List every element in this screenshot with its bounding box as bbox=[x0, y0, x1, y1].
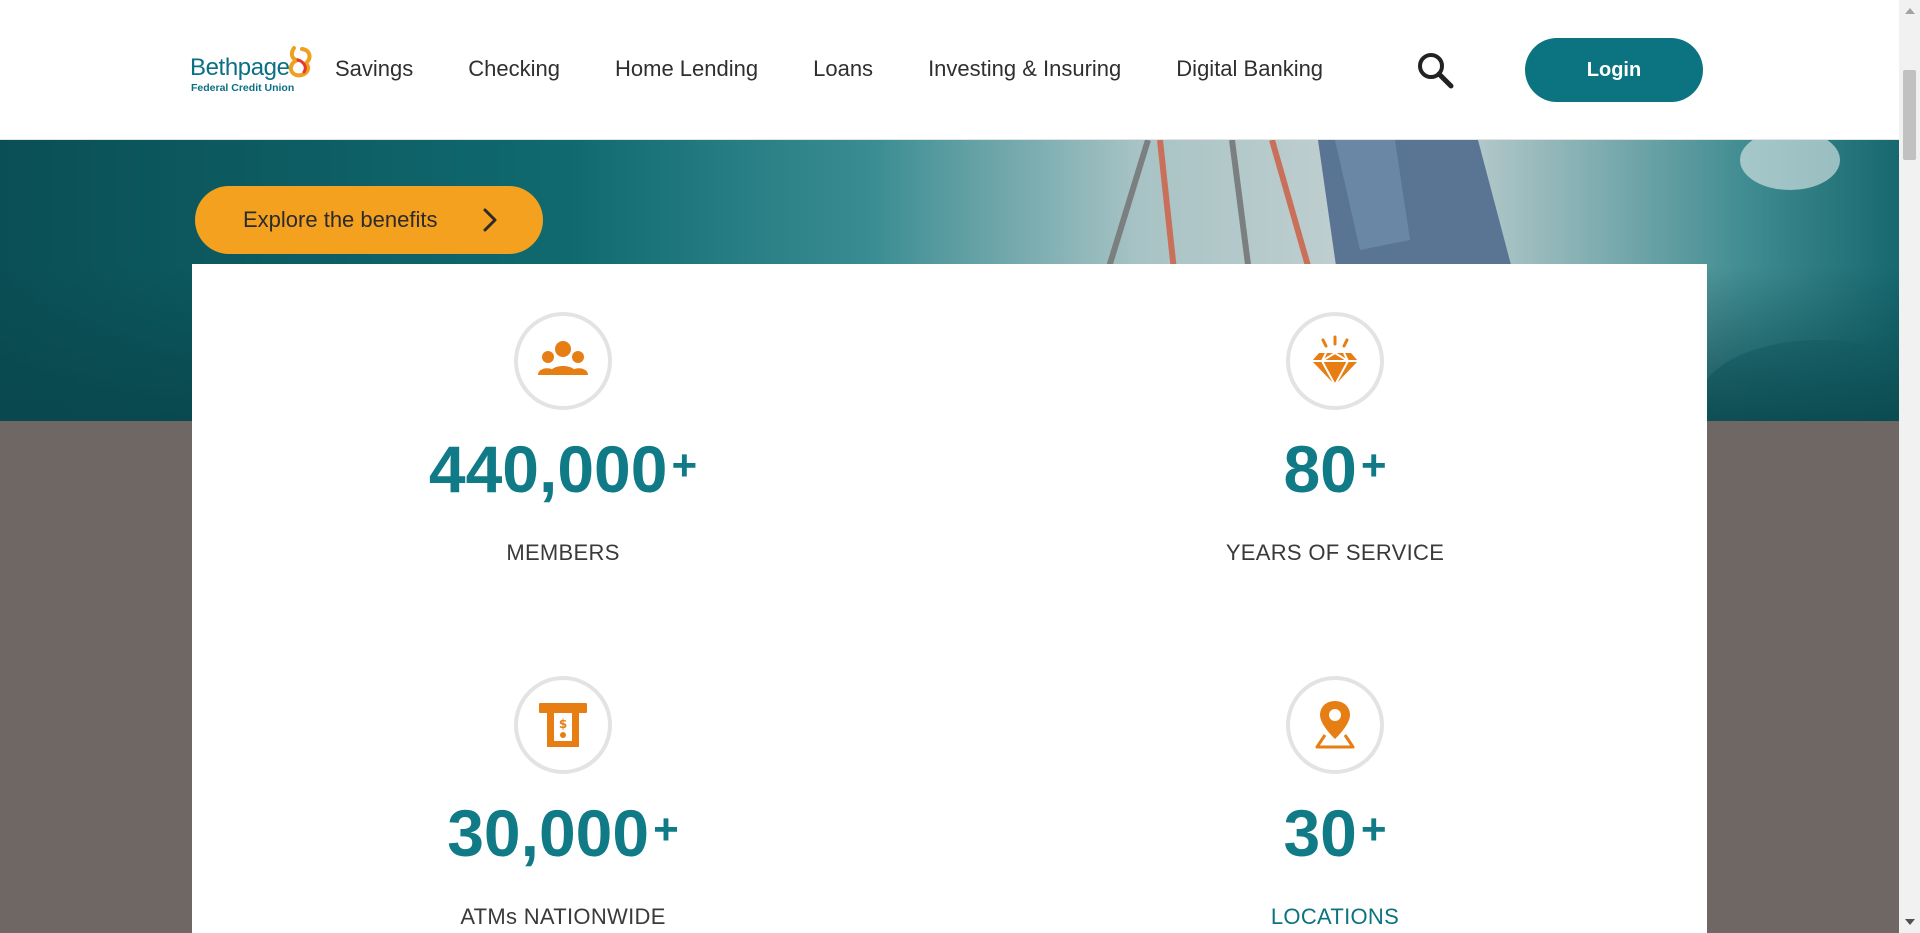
site-header: Bethpage Federal Credit Union Savings Ch… bbox=[0, 0, 1899, 140]
explore-benefits-label: Explore the benefits bbox=[243, 207, 438, 232]
stat-members: 440,000+ MEMBERS bbox=[313, 312, 813, 566]
stat-years: 80+ YEARS OF SERVICE bbox=[1085, 312, 1585, 566]
stat-locations-number: 30+ bbox=[1283, 796, 1387, 870]
stats-card: 440,000+ MEMBERS 80+ YEARS OF SERVICE $ … bbox=[192, 264, 1707, 933]
page-scrollbar[interactable] bbox=[1899, 0, 1920, 933]
stat-atms-label: ATMs NATIONWIDE bbox=[460, 904, 666, 929]
atm-icon: $ bbox=[539, 703, 587, 747]
stat-members-label: MEMBERS bbox=[506, 540, 620, 565]
login-button[interactable]: Login bbox=[1525, 38, 1703, 102]
nav-savings[interactable]: Savings bbox=[335, 56, 413, 82]
nav-digital-banking[interactable]: Digital Banking bbox=[1176, 56, 1323, 82]
main-nav: Savings Checking Home Lending Loans Inve… bbox=[335, 56, 1323, 82]
locations-link[interactable]: LOCATIONS bbox=[1085, 904, 1585, 930]
stat-years-label: YEARS OF SERVICE bbox=[1225, 540, 1445, 565]
stat-locations: 30+ LOCATIONS bbox=[1085, 676, 1585, 930]
nav-checking[interactable]: Checking bbox=[468, 56, 560, 82]
stat-members-number: 440,000+ bbox=[428, 432, 698, 506]
bethpage-logo[interactable]: Bethpage Federal Credit Union bbox=[190, 46, 320, 96]
search-icon[interactable] bbox=[1415, 50, 1455, 90]
nav-home-lending[interactable]: Home Lending bbox=[615, 56, 758, 82]
explore-benefits-button[interactable]: Explore the benefits bbox=[195, 186, 543, 254]
scroll-up-icon[interactable] bbox=[1905, 8, 1915, 14]
stat-atms: $ 30,000+ ATMs NATIONWIDE bbox=[313, 676, 813, 930]
logo-wordmark: Bethpage bbox=[190, 54, 290, 81]
stat-icon-circle bbox=[1286, 676, 1384, 774]
stat-icon-circle bbox=[1286, 312, 1384, 410]
stat-years-number: 80+ bbox=[1283, 432, 1387, 506]
logo-mark-icon bbox=[289, 46, 312, 78]
stat-icon-circle bbox=[514, 312, 612, 410]
logo-subtitle: Federal Credit Union bbox=[191, 82, 295, 94]
nav-investing-insuring[interactable]: Investing & Insuring bbox=[928, 56, 1121, 82]
scroll-thumb[interactable] bbox=[1903, 70, 1916, 160]
chevron-right-icon bbox=[483, 208, 497, 232]
diamond-icon bbox=[1312, 335, 1358, 387]
nav-loans[interactable]: Loans bbox=[813, 56, 873, 82]
stat-atms-number: 30,000+ bbox=[447, 796, 679, 870]
members-icon bbox=[538, 341, 588, 375]
location-pin-icon bbox=[1315, 701, 1355, 749]
stat-icon-circle: $ bbox=[514, 676, 612, 774]
scroll-down-icon[interactable] bbox=[1905, 919, 1915, 925]
svg-text:$: $ bbox=[559, 717, 567, 731]
